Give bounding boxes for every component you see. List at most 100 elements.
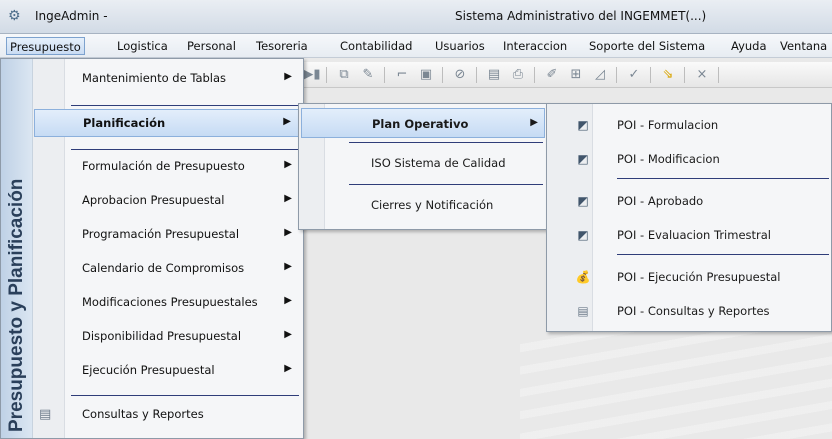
chart-edit-icon: ◩ — [577, 152, 589, 166]
window-title: Sistema Administrativo del INGEMMET(...) — [455, 9, 707, 23]
title-bar: ⚙ IngeAdmin - Sistema Administrativo del… — [0, 0, 832, 34]
menu-item-calendario-compromisos[interactable]: Calendario de Compromisos ▶ — [34, 255, 302, 283]
last-record-icon[interactable]: ▶▮ — [302, 65, 322, 85]
toolbar-separator — [326, 67, 327, 83]
menu-item-label: Planificación — [83, 116, 166, 130]
submenu-arrow-icon: ▶ — [284, 227, 292, 238]
submenu-arrow-icon: ▶ — [284, 363, 292, 374]
menu-item-poi-ejecucion-presupuestal[interactable]: 💰 POI - Ejecución Presupuestal — [547, 260, 831, 294]
report-icon: ▤ — [39, 407, 52, 422]
key-icon[interactable]: ⌐ — [392, 65, 412, 85]
chart-edit-icon: ◩ — [577, 228, 589, 242]
menu-item-label: POI - Ejecución Presupuestal — [617, 270, 781, 284]
menu-bar: Presupuesto Logistica Personal Tesoreria… — [0, 34, 832, 58]
menu-item-label: ISO Sistema de Calidad — [371, 156, 506, 170]
save-icon[interactable]: ▣ — [416, 65, 436, 85]
menu-item-label: Formulación de Presupuesto — [82, 159, 245, 173]
close-icon[interactable]: × — [692, 65, 712, 85]
menu-item-ejecucion-presupuestal[interactable]: Ejecución Presupuestal ▶ — [34, 357, 302, 385]
menu-separator — [349, 184, 543, 185]
toolbar-separator — [650, 67, 651, 83]
toolbar-separator — [384, 67, 385, 83]
toolbar-separator — [718, 67, 719, 83]
menu-item-label: POI - Formulacion — [617, 118, 719, 132]
menu-soporte[interactable]: Soporte del Sistema — [586, 37, 708, 55]
menu-item-planificacion[interactable]: Planificación ▶ — [34, 109, 302, 137]
submenu-arrow-icon: ▶ — [284, 71, 292, 82]
submenu-arrow-icon: ▶ — [530, 117, 538, 128]
print-icon[interactable]: ⎙ — [508, 65, 528, 85]
report-icon: ▤ — [577, 304, 589, 318]
menu-item-label: Ejecución Presupuestal — [82, 363, 215, 377]
menu-item-consultas-reportes[interactable]: Consultas y Reportes — [34, 401, 302, 429]
menu-item-label: Cierres y Notificación — [371, 198, 494, 212]
menu-item-iso-sistema-calidad[interactable]: ISO Sistema de Calidad — [301, 148, 545, 178]
menu-tesoreria[interactable]: Tesoreria — [253, 37, 311, 55]
menu-item-cierres-notificacion[interactable]: Cierres y Notificación — [301, 190, 545, 220]
menu-separator — [71, 149, 299, 150]
menu-side-band: Presupuesto y Planificación — [1, 59, 33, 438]
menu-side-band-title: Presupuesto y Planificación — [6, 178, 27, 432]
toolbar: ▶▮ ⧉ ✎ ⌐ ▣ ⊘ ▤ ⎙ ✐ ⊞ ◿ ✓ ⇘ × — [298, 62, 832, 88]
preview-icon[interactable]: ▤ — [484, 65, 504, 85]
menu-item-label: Mantenimiento de Tablas — [82, 71, 227, 85]
submenu-arrow-icon: ▶ — [283, 116, 291, 127]
menu-item-poi-aprobado[interactable]: ◩ POI - Aprobado — [547, 184, 831, 218]
menu-item-label: Plan Operativo — [372, 117, 469, 131]
menu-item-programacion-presupuestal[interactable]: Programación Presupuestal ▶ — [34, 221, 302, 249]
menu-item-label: Programación Presupuestal — [82, 227, 240, 241]
menu-separator — [617, 254, 829, 255]
plan-operativo-menu: ◩ POI - Formulacion ◩ POI - Modificacion… — [546, 103, 832, 332]
menu-item-label: Calendario de Compromisos — [82, 261, 245, 275]
menu-item-label: POI - Modificacion — [617, 152, 720, 166]
menu-separator — [349, 142, 543, 143]
menu-item-label: POI - Aprobado — [617, 194, 704, 208]
menu-item-label: Aprobacion Presupuestal — [82, 193, 225, 207]
calculator-icon[interactable]: ⊞ — [566, 65, 586, 85]
menu-separator — [71, 395, 299, 396]
menu-item-label: POI - Evaluacion Trimestral — [617, 228, 771, 242]
submenu-arrow-icon: ▶ — [284, 159, 292, 170]
menu-item-label: POI - Consultas y Reportes — [617, 304, 770, 318]
menu-item-modificaciones-presupuestales[interactable]: Modificaciones Presupuestales ▶ — [34, 289, 302, 317]
toolbar-separator — [616, 67, 617, 83]
toolbar-separator — [476, 67, 477, 83]
menu-item-mantenimiento-tablas[interactable]: Mantenimiento de Tablas ▶ — [34, 65, 302, 93]
submenu-arrow-icon: ▶ — [284, 329, 292, 340]
toolbar-separator — [534, 67, 535, 83]
export-icon[interactable]: ◿ — [590, 65, 610, 85]
submenu-arrow-icon: ▶ — [284, 295, 292, 306]
menu-item-poi-consultas-reportes[interactable]: ▤ POI - Consultas y Reportes — [547, 294, 831, 328]
menu-item-aprobacion-presupuestal[interactable]: Aprobacion Presupuestal ▶ — [34, 187, 302, 215]
menu-interaccion[interactable]: Interaccion — [500, 37, 570, 55]
menu-contabilidad[interactable]: Contabilidad — [337, 37, 415, 55]
toolbar-separator — [684, 67, 685, 83]
chart-edit-icon: ◩ — [577, 194, 589, 208]
cancel-edit-icon[interactable]: ⊘ — [450, 65, 470, 85]
pen-icon[interactable]: ✐ — [542, 65, 562, 85]
menu-item-poi-formulacion[interactable]: ◩ POI - Formulacion — [547, 108, 831, 142]
menu-personal[interactable]: Personal — [184, 37, 239, 55]
app-gear-icon[interactable]: ⚙ — [8, 8, 24, 24]
menu-item-plan-operativo[interactable]: Plan Operativo ▶ — [301, 108, 545, 138]
copy-icon[interactable]: ⧉ — [334, 65, 354, 85]
check-icon[interactable]: ✓ — [624, 65, 644, 85]
menu-item-label: Consultas y Reportes — [82, 407, 204, 421]
menu-item-label: Disponibilidad Presupuestal — [82, 329, 242, 343]
submenu-arrow-icon: ▶ — [284, 261, 292, 272]
menu-ayuda[interactable]: Ayuda — [728, 37, 770, 55]
menu-ventana[interactable]: Ventana — [777, 37, 830, 55]
presupuesto-menu: Presupuesto y Planificación Mantenimient… — [0, 58, 304, 439]
menu-item-label: Modificaciones Presupuestales — [82, 295, 258, 309]
menu-presupuesto[interactable]: Presupuesto — [6, 37, 85, 55]
money-bag-icon: 💰 — [575, 270, 591, 284]
exit-icon[interactable]: ⇘ — [658, 65, 678, 85]
app-name: IngeAdmin - — [35, 9, 108, 23]
menu-usuarios[interactable]: Usuarios — [432, 37, 488, 55]
menu-item-disponibilidad-presupuestal[interactable]: Disponibilidad Presupuestal ▶ — [34, 323, 302, 351]
menu-logistica[interactable]: Logistica — [114, 37, 171, 55]
edit-icon[interactable]: ✎ — [358, 65, 378, 85]
menu-item-poi-evaluacion-trimestral[interactable]: ◩ POI - Evaluacion Trimestral — [547, 218, 831, 252]
menu-item-poi-modificacion[interactable]: ◩ POI - Modificacion — [547, 142, 831, 176]
menu-item-formulacion-presupuesto[interactable]: Formulación de Presupuesto ▶ — [34, 153, 302, 181]
